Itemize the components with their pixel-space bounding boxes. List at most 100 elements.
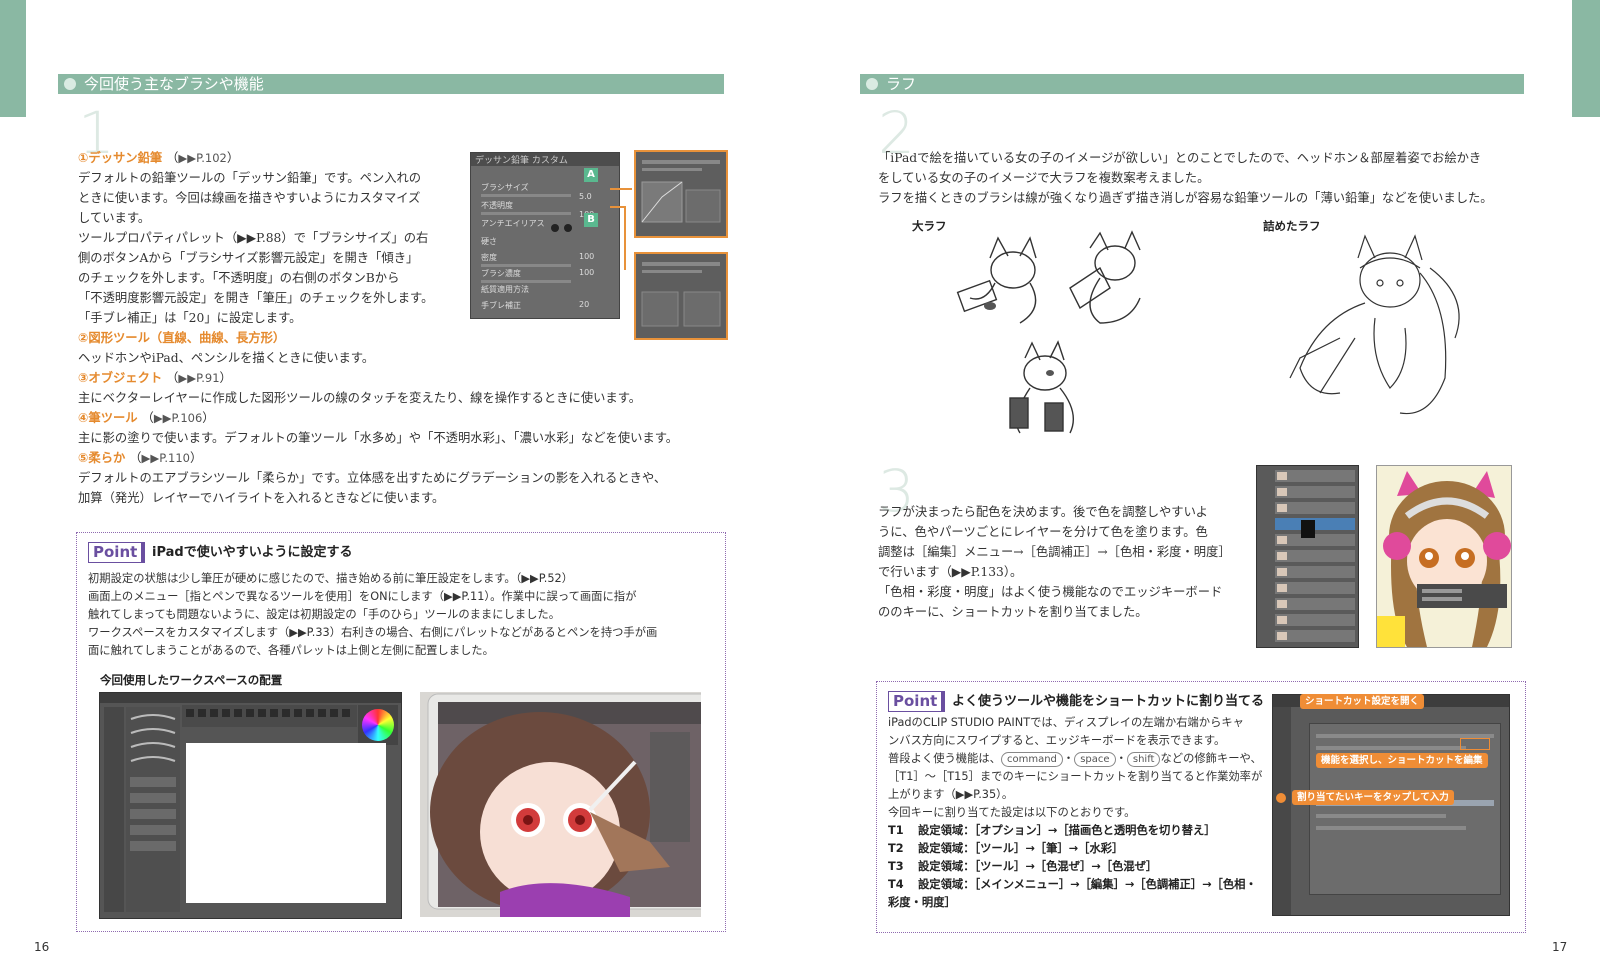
shortcut-text: iPadのCLIP STUDIO PAINTでは、ディスプレイの左端か右端からキ… <box>888 716 1263 909</box>
shortcut-desc: 設定領域：［ツール］→［色混ぜ］→［色混ぜ］ <box>918 860 1158 873</box>
text-line: 主に影の塗りで使います。デフォルトの筆ツール「水多め」や「不透明水彩」、「濃い水… <box>78 431 679 445</box>
keys-suffix: などの修飾キーや、 <box>1160 752 1262 765</box>
page-ref: ▶▶P.110 <box>141 451 190 465</box>
shortcut-key: T1 <box>888 824 904 837</box>
point-line: iPadのCLIP STUDIO PAINTでは、ディスプレイの左端か右端からキ… <box>888 716 1244 729</box>
shortcut-desc: 設定領域：［メインメニュー］→［編集］→［色調補正］→［色相・ <box>918 878 1257 891</box>
item-title: ③オブジェクト <box>78 371 163 385</box>
text-line: ラフが決まったら配色を決めます。後で色を調整しやすいよ <box>878 505 1208 519</box>
bullet-icon <box>64 78 76 90</box>
layers-panel-screenshot <box>1256 465 1359 648</box>
pressure-settings-popup <box>634 150 728 238</box>
point-line: ンバス方向にスワイプすると、エッジキーボードを表示できます。 <box>888 734 1226 747</box>
ipad-illustration <box>427 693 701 917</box>
panel-row: 紙質適用方法 <box>481 285 529 294</box>
callout-edit-shortcut: 機能を選択し、ショートカットを編集 <box>1316 753 1488 768</box>
workspace-caption: 今回使用したワークスペースの配置 <box>100 673 283 687</box>
text-line: うに、色やパーツごとにレイヤーを分けて色を塗ります。色 <box>878 525 1208 539</box>
section-header-left: 今回使う主なブラシや機能 <box>58 74 724 94</box>
panel-row: アンチエイリアス <box>481 219 545 228</box>
section-title: ラフ <box>886 75 917 93</box>
pressure-curve-icon <box>641 160 721 223</box>
callout-dot <box>1276 793 1286 803</box>
shortcut-desc: 設定領域：［ツール］→［筆］→［水彩］ <box>918 842 1124 855</box>
ipad-photo <box>420 692 701 917</box>
chapter-tab-left <box>0 0 26 117</box>
text-line: をしている女の子のイメージで大ラフを複数案考えました。 <box>878 171 1210 185</box>
panel-header: デッサン鉛筆 カスタム <box>471 153 619 166</box>
text-line: 主にベクターレイヤーに作成した図形ツールの線のタッチを変えたり、線を操作するとき… <box>78 391 642 405</box>
space-key: space <box>1074 752 1116 767</box>
panel-value: 100 <box>579 268 595 277</box>
page-ref: ▶▶P.91 <box>178 371 220 385</box>
shift-key: shift <box>1126 752 1161 767</box>
connector-vertical <box>624 206 626 270</box>
item-title: ⑤柔らか <box>78 451 126 465</box>
settings-grid-icon <box>641 262 721 327</box>
panel-value: 20 <box>579 300 590 309</box>
refined-sketch <box>1289 234 1460 415</box>
brush-grid-icon <box>186 709 350 717</box>
bullet-icon <box>866 78 878 90</box>
shortcut-key: T4 <box>888 878 904 891</box>
point-line: 普段よく使う機能は、 <box>888 752 1001 765</box>
point-text: 初期設定の状態は少し筆圧が硬めに感じたので、描き始める前に筆圧設定をします。（▶… <box>88 570 657 660</box>
point-title: よく使うツールや機能をショートカットに割り当てる <box>952 694 1265 709</box>
text-line: ののキーに、ショートカットを割り当てました。 <box>878 605 1148 619</box>
rough-sketches <box>956 230 1141 434</box>
text-line: ヘッドホンやiPad、ペンシルを描くときに使います。 <box>78 351 375 365</box>
section-header-right: ラフ <box>860 74 1524 94</box>
panel-value: 100 <box>579 252 595 261</box>
panel-row: 不透明度 <box>481 201 513 210</box>
sketch-label-rough: 大ラフ <box>912 219 947 233</box>
shortcut-settings-screenshot <box>1272 694 1510 916</box>
opacity-settings-popup <box>634 252 728 340</box>
text-line: で行います（▶▶P.133）。 <box>878 565 1023 579</box>
point-line: 初期設定の状態は少し筆圧が硬めに感じたので、描き始める前に筆圧設定をします。（▶… <box>88 572 574 585</box>
point-line: 今回キーに割り当てた設定は以下のとおりです。 <box>888 806 1136 819</box>
brush-strokes-icon <box>130 714 176 851</box>
point-line: 面に触れてしまうことがあるので、各種パレットは上側と左側に配置しました。 <box>88 644 494 657</box>
panel-row: 密度 <box>481 253 497 262</box>
character-illustration <box>1377 471 1511 647</box>
canvas-area <box>186 743 386 903</box>
color-wheel-icon <box>362 709 394 741</box>
shortcut-desc: 彩度・明度］ <box>888 896 956 909</box>
point-badge: Point <box>88 542 146 563</box>
point-line: 画面上のメニュー［指とペンで異なるツールを使用］をONにします（▶▶P.11）。… <box>88 590 637 603</box>
text-line: 調整は［編集］メニュー→［色調補正］→［色相・彩度・明度］ <box>878 545 1231 559</box>
callout-assign-key: 割り当てたいキーをタップして入力 <box>1292 790 1454 805</box>
callout-open-shortcut: ショートカット設定を開く <box>1300 694 1425 709</box>
page-number-left: 16 <box>34 940 50 954</box>
text-line: 加算（発光）レイヤーでハイライトを入れるときなどに使います。 <box>78 491 445 505</box>
page-ref: ▶▶P.102 <box>178 151 227 165</box>
page-ref: ▶▶P.106 <box>153 411 203 425</box>
point-title: iPadで使いやすいように設定する <box>152 545 353 560</box>
chapter-tab-right <box>1572 0 1600 117</box>
layer-list-icon <box>1275 470 1355 642</box>
panel-value: 5.0 <box>579 192 592 201</box>
shortcut-desc: 設定領域：［オプション］→［描画色と透明色を切り替え］ <box>918 824 1216 837</box>
point-line: 上がります（▶▶P.35）。 <box>888 788 1014 801</box>
text-line: 「iPadで絵を描いている女の子のイメージが欲しい」とのことでしたので、ヘッドホ… <box>878 151 1482 165</box>
colored-illustration <box>1376 465 1512 648</box>
panel-row: 硬さ <box>481 237 497 246</box>
step3-text: ラフが決まったら配色を決めます。後で色を調整しやすいよ うに、色やパーツごとにレ… <box>878 502 1231 622</box>
panel-row: ブラシ濃度 <box>481 269 521 278</box>
badge-b: B <box>584 213 598 227</box>
point-line: ［T1］～［T15］までのキーにショートカットを割り当てると作業効率が <box>888 770 1263 783</box>
point-badge: Point <box>888 691 946 712</box>
connector-a <box>610 188 632 190</box>
section-title: 今回使う主なブラシや機能 <box>84 75 264 93</box>
item-title: ②図形ツール（直線、曲線、長方形） <box>78 331 286 345</box>
item-title: ④筆ツール <box>78 411 138 425</box>
point-line: ワークスペースをカスタマイズします（▶▶P.33）右利きの場合、右側にパレットな… <box>88 626 658 639</box>
text-line: 「色相・彩度・明度」はよく使う機能なのでエッジキーボード <box>878 585 1223 599</box>
text-line: ラフを描くときのブラシは線が強くなり過ぎず描き消しが容易な鉛筆ツールの「薄い鉛筆… <box>878 191 1493 205</box>
shortcut-key: T2 <box>888 842 904 855</box>
badge-a: A <box>584 168 598 182</box>
panel-row: ブラシサイズ <box>481 183 529 192</box>
item-title: ①デッサン鉛筆 <box>78 151 163 165</box>
workspace-screenshot <box>99 692 402 919</box>
point-line: 触れてしまっても問題ないように、設定は初期設定の「手のひら」ツールのままにしまし… <box>88 608 560 621</box>
